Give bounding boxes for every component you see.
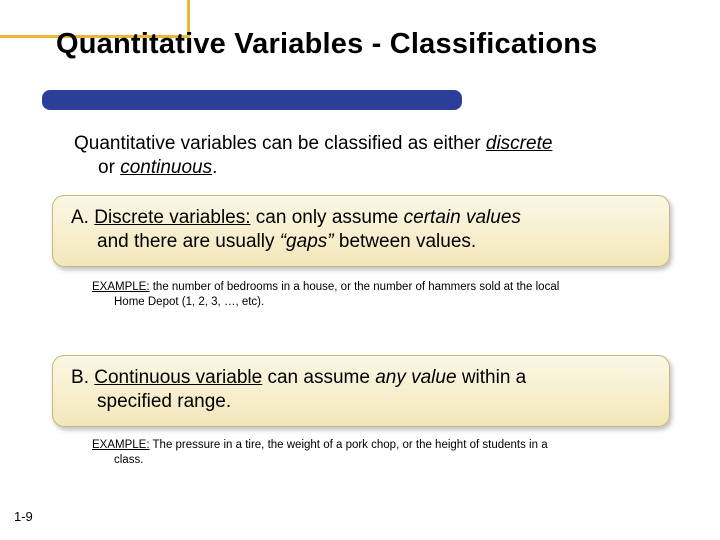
intro-text: Quantitative variables can be classified…: [74, 133, 486, 154]
box-a-term: Discrete variables:: [94, 207, 250, 228]
example-a-text1: the number of bedrooms in a house, or th…: [150, 281, 560, 293]
box-b-text1: can assume: [262, 367, 375, 388]
example-b-label: EXAMPLE:: [92, 439, 150, 451]
box-b-term: Continuous variable: [94, 367, 262, 388]
box-b-em1: any value: [375, 367, 456, 388]
box-b-label: B: [71, 367, 84, 388]
slide-title: Quantitative Variables - Classifications: [56, 28, 597, 61]
example-a-label: EXAMPLE:: [92, 281, 150, 293]
example-a-text2: Home Depot (1, 2, 3, …, etc).: [92, 295, 670, 310]
box-a-text1: can only assume: [251, 207, 404, 228]
title-underline-bar: [42, 90, 462, 110]
example-a: EXAMPLE: the number of bedrooms in a hou…: [92, 280, 670, 310]
box-a-em2: “gaps”: [280, 231, 334, 252]
page-number: 1-9: [14, 509, 33, 524]
intro-paragraph: Quantitative variables can be classified…: [74, 132, 672, 180]
definition-box-a: A. Discrete variables: can only assume c…: [52, 195, 670, 267]
box-a-text2: and there are usually: [97, 231, 280, 252]
intro-period: .: [212, 157, 217, 178]
box-b-dot: .: [84, 367, 95, 388]
box-b-text3: specified range.: [71, 390, 651, 414]
box-a-text3: between values.: [334, 231, 477, 252]
example-b-text2: class.: [92, 453, 670, 468]
example-b-text1: The pressure in a tire, the weight of a …: [150, 439, 548, 451]
box-a-label: A.: [71, 207, 94, 228]
box-a-em1: certain values: [404, 207, 521, 228]
definition-box-b: B. Continuous variable can assume any va…: [52, 355, 670, 427]
intro-continuous: continuous: [120, 157, 212, 178]
intro-discrete: discrete: [486, 133, 553, 154]
intro-or: or: [98, 157, 120, 178]
box-b-text2: within a: [457, 367, 527, 388]
example-b: EXAMPLE: The pressure in a tire, the wei…: [92, 438, 670, 468]
